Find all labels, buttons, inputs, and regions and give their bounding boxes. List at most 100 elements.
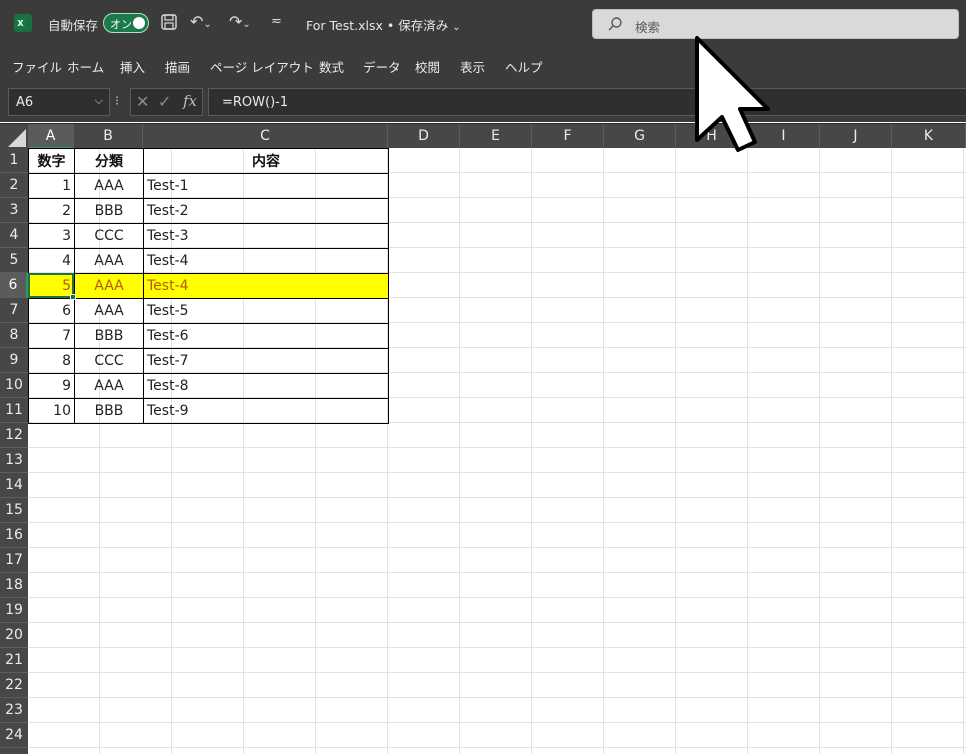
cell-content[interactable]: Test-4	[143, 248, 389, 274]
cell-number-active[interactable]: 5	[28, 273, 75, 299]
cell-number[interactable]: 3	[28, 223, 75, 249]
redo-icon[interactable]: ↷⌄	[229, 10, 251, 34]
row-header[interactable]: 3	[0, 198, 28, 223]
cell-category[interactable]: BBB	[74, 323, 144, 349]
cell-content[interactable]: Test-2	[143, 198, 389, 224]
cell-content[interactable]: Test-1	[143, 173, 389, 199]
cell-category[interactable]: CCC	[74, 223, 144, 249]
column-header-k[interactable]: K	[892, 124, 966, 149]
row-header[interactable]: 1	[0, 148, 28, 173]
tab-page-layout[interactable]: ページ レイアウト	[210, 57, 314, 76]
tab-formulas[interactable]: 数式	[319, 57, 344, 76]
row-header[interactable]: 15	[0, 498, 28, 523]
row-header[interactable]: 13	[0, 448, 28, 473]
row-header-selected[interactable]: 6	[0, 273, 28, 298]
tab-data[interactable]: データ	[363, 57, 401, 76]
insert-function-icon[interactable]: fx	[183, 92, 197, 110]
cell-number[interactable]: 10	[28, 398, 75, 424]
cell-category[interactable]: BBB	[74, 398, 144, 424]
row-header[interactable]: 8	[0, 323, 28, 348]
row-header[interactable]: 16	[0, 523, 28, 548]
row-headers: 1 2 3 4 5 6 7 8 9 10 11 12 13 14 15 16 1…	[0, 148, 28, 754]
fill-handle[interactable]	[70, 294, 76, 300]
row-header[interactable]: 4	[0, 223, 28, 248]
header-cell-content[interactable]: 内容	[143, 148, 389, 174]
cell-category[interactable]: AAA	[74, 248, 144, 274]
cell-content[interactable]: Test-9	[143, 398, 389, 424]
cell-content[interactable]: Test-5	[143, 298, 389, 324]
name-box[interactable]: A6 ⌵	[8, 88, 110, 116]
tab-view[interactable]: 表示	[460, 57, 485, 76]
formula-input[interactable]: =ROW()-1	[208, 88, 966, 116]
cell-content[interactable]: Test-8	[143, 373, 389, 399]
column-header-h[interactable]: H	[676, 124, 748, 149]
row-header[interactable]: 12	[0, 423, 28, 448]
header-cell-category[interactable]: 分類	[74, 148, 144, 174]
row-header[interactable]: 17	[0, 548, 28, 573]
save-icon[interactable]	[160, 10, 178, 34]
tab-draw[interactable]: 描画	[165, 57, 190, 76]
cell-category[interactable]: CCC	[74, 348, 144, 374]
cell-number[interactable]: 8	[28, 348, 75, 374]
cell-category[interactable]: AAA	[74, 173, 144, 199]
column-header-i[interactable]: I	[748, 124, 820, 149]
cell-category[interactable]: BBB	[74, 198, 144, 224]
row-header[interactable]: 9	[0, 348, 28, 373]
cell-content[interactable]: Test-3	[143, 223, 389, 249]
tab-file[interactable]: ファイル	[12, 57, 62, 76]
tab-help[interactable]: ヘルプ	[505, 57, 543, 76]
row-header[interactable]: 11	[0, 398, 28, 423]
cell-content[interactable]: Test-4	[143, 273, 389, 299]
column-header-d[interactable]: D	[388, 124, 460, 149]
select-all-button[interactable]	[0, 124, 28, 149]
enter-check-icon[interactable]: ✓	[158, 92, 171, 111]
row-header[interactable]: 22	[0, 673, 28, 698]
cell-content[interactable]: Test-7	[143, 348, 389, 374]
cancel-icon[interactable]: ✕	[136, 92, 149, 111]
row-header[interactable]: 7	[0, 298, 28, 323]
column-header-a[interactable]: A	[28, 124, 74, 149]
column-header-e[interactable]: E	[460, 124, 532, 149]
row-header[interactable]: 14	[0, 473, 28, 498]
row-header[interactable]: 23	[0, 698, 28, 723]
cell-number[interactable]: 7	[28, 323, 75, 349]
row-header[interactable]: 10	[0, 373, 28, 398]
undo-icon[interactable]: ↶⌄	[190, 10, 212, 34]
more-options-icon[interactable]: ⁝	[115, 94, 119, 109]
column-header-f[interactable]: F	[532, 124, 604, 149]
autosave-toggle[interactable]: オン	[103, 13, 149, 33]
row-header[interactable]: 21	[0, 648, 28, 673]
cell-number[interactable]: 1	[28, 173, 75, 199]
formula-text: =ROW()-1	[222, 95, 289, 110]
column-header-j[interactable]: J	[820, 124, 892, 149]
column-header-c[interactable]: C	[143, 124, 388, 149]
cell-number[interactable]: 4	[28, 248, 75, 274]
cell-number[interactable]: 2	[28, 198, 75, 224]
row-header[interactable]: 19	[0, 598, 28, 623]
row-header[interactable]: 18	[0, 573, 28, 598]
header-cell-number[interactable]: 数字	[28, 148, 75, 174]
cell-category[interactable]: AAA	[74, 373, 144, 399]
cell-category[interactable]: AAA	[74, 298, 144, 324]
row-header[interactable]: 20	[0, 623, 28, 648]
row-header[interactable]: 2	[0, 173, 28, 198]
table-row: 6 AAA Test-5	[28, 298, 389, 324]
customize-toolbar-icon[interactable]: ≂	[271, 10, 282, 34]
cell-number[interactable]: 9	[28, 373, 75, 399]
search-placeholder: 検索	[635, 20, 661, 35]
row-header[interactable]: 24	[0, 723, 28, 748]
tab-review[interactable]: 校閲	[415, 57, 440, 76]
worksheet-grid[interactable]: 数字 分類 内容 1 AAA Test-1 2 BBB Test-2 3 CCC…	[28, 148, 966, 754]
document-title[interactable]: For Test.xlsx • 保存済み ⌄	[306, 15, 461, 34]
table-row: 4 AAA Test-4	[28, 248, 389, 274]
column-header-b[interactable]: B	[74, 124, 143, 149]
cell-category[interactable]: AAA	[74, 273, 144, 299]
column-header-g[interactable]: G	[604, 124, 676, 149]
row-header[interactable]: 5	[0, 248, 28, 273]
tab-home[interactable]: ホーム	[67, 57, 104, 76]
tab-insert[interactable]: 挿入	[120, 57, 145, 76]
name-box-value: A6	[16, 95, 34, 110]
cell-number[interactable]: 6	[28, 298, 75, 324]
cell-content[interactable]: Test-6	[143, 323, 389, 349]
search-box[interactable]: 検索	[592, 9, 959, 39]
